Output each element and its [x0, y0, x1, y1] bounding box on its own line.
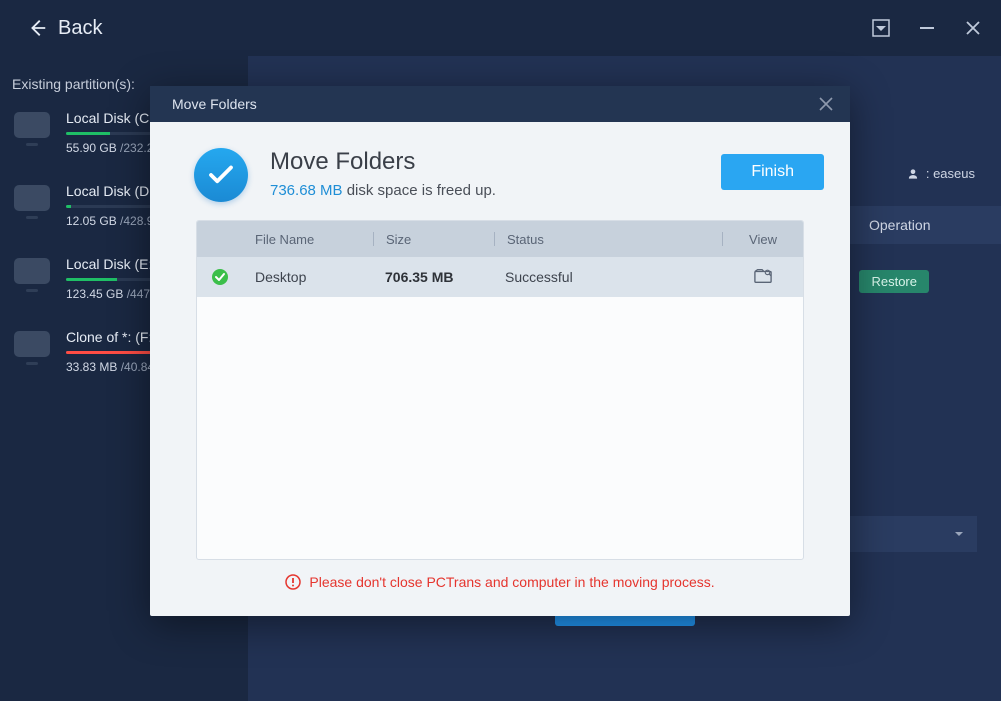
window-controls: [869, 16, 985, 40]
col-status: Status: [495, 232, 722, 247]
restore-button[interactable]: Restore: [859, 270, 929, 293]
minimize-button[interactable]: [915, 16, 939, 40]
dialog-header: Move Folders 736.68 MB disk space is fre…: [150, 122, 850, 220]
back-label: Back: [58, 17, 102, 40]
row-size: 706.35 MB: [373, 269, 493, 285]
table-row: Desktop 706.35 MB Successful: [197, 257, 803, 297]
chevron-down-icon: [953, 528, 965, 540]
dialog-subheading: 736.68 MB disk space is freed up.: [270, 182, 496, 199]
close-button[interactable]: [961, 16, 985, 40]
result-table: File Name Size Status View Desktop 706.3…: [196, 220, 804, 560]
table-header: File Name Size Status View: [197, 221, 803, 257]
arrow-left-icon: [26, 17, 48, 39]
dialog-heading-text: Move Folders 736.68 MB disk space is fre…: [270, 148, 496, 199]
user-icon: [906, 167, 920, 181]
col-size: Size: [374, 232, 494, 247]
disk-icon: [12, 256, 52, 290]
col-view: View: [723, 232, 803, 247]
dropdown-window-button[interactable]: [869, 16, 893, 40]
finish-button[interactable]: Finish: [721, 154, 824, 190]
row-name: Desktop: [243, 269, 373, 285]
user-indicator[interactable]: : easeus: [906, 166, 975, 181]
operation-column-header: Operation: [841, 206, 1001, 244]
destination-select[interactable]: [837, 516, 977, 552]
row-status: Successful: [493, 269, 723, 285]
freed-suffix: disk space is freed up.: [343, 182, 496, 199]
dialog-heading: Move Folders: [270, 148, 496, 176]
col-file-name: File Name: [243, 232, 373, 247]
warning-icon: [285, 574, 301, 590]
success-check-icon: [194, 148, 248, 202]
disk-icon: [12, 329, 52, 363]
move-folders-dialog: Move Folders Move Folders 736.68 MB disk…: [150, 86, 850, 616]
disk-icon: [12, 110, 52, 144]
freed-amount: 736.68 MB: [270, 182, 343, 199]
dialog-titlebar: Move Folders: [150, 86, 850, 122]
warning-text: Please don't close PCTrans and computer …: [309, 574, 714, 590]
back-button[interactable]: Back: [26, 17, 102, 40]
user-label: : easeus: [926, 166, 975, 181]
row-status-icon: [197, 268, 243, 286]
row-view-button[interactable]: [723, 268, 803, 287]
disk-icon: [12, 183, 52, 217]
dialog-title: Move Folders: [172, 96, 257, 112]
dialog-close-button[interactable]: [816, 94, 836, 114]
restore-row: Restore: [859, 270, 929, 293]
titlebar: Back: [0, 0, 1001, 56]
warning-message: Please don't close PCTrans and computer …: [150, 574, 850, 590]
